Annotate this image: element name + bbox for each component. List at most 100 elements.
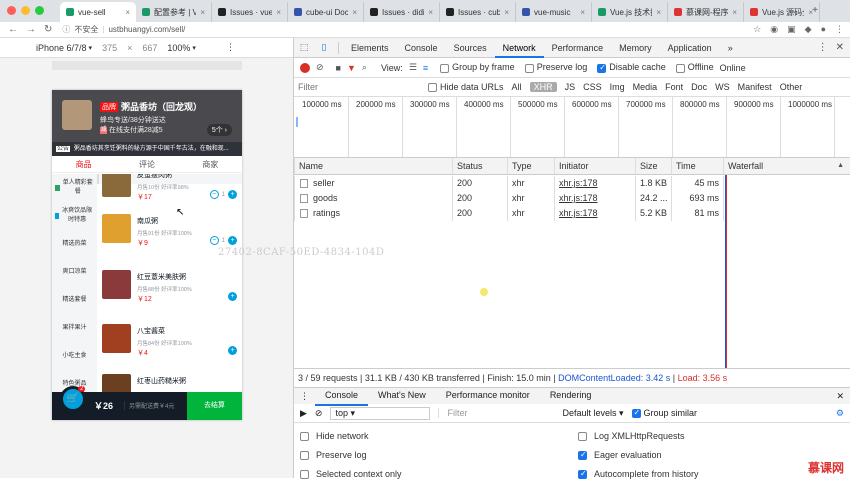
zoom-select[interactable]: 100%: [167, 43, 190, 53]
table-row[interactable]: seller 200 xhr xhr.js:178 1.8 KB 45 ms: [294, 176, 850, 191]
close-drawer-icon[interactable]: ✕: [836, 391, 844, 402]
browser-tab[interactable]: 配置参考 | Vue ×: [136, 2, 212, 22]
menu-item[interactable]: 精选套餐: [52, 286, 97, 314]
drawer-tab[interactable]: Rendering: [540, 387, 602, 406]
new-tab-button[interactable]: +: [812, 5, 818, 16]
close-icon[interactable]: ✕: [836, 42, 844, 53]
resource-type-filter[interactable]: Doc: [691, 82, 707, 92]
checkbox[interactable]: [300, 469, 309, 479]
close-tab-icon[interactable]: ×: [580, 8, 585, 17]
console-filter-input[interactable]: Filter: [438, 408, 548, 418]
promo-count-button[interactable]: 5个 ›: [206, 124, 232, 136]
resource-type-filter[interactable]: Media: [633, 82, 658, 92]
overview-icon[interactable]: ≡: [423, 63, 428, 73]
cell-initiator[interactable]: xhr.js:178: [554, 206, 635, 221]
resource-type-filter[interactable]: All: [512, 82, 522, 92]
food-item[interactable]: 皮蛋瘦肉粥 月售10份 好评率98% ￥17 −1 +: [102, 174, 237, 218]
food-item[interactable]: 八宝酱菜 月售84份 好评率100% ￥4 +: [102, 324, 237, 374]
show-sidebar-icon[interactable]: ▶: [300, 408, 307, 419]
browser-tab[interactable]: 慕课网-程序员×: [668, 2, 744, 22]
seller-header[interactable]: 品牌 粥品香坊（回龙观） 蜂鸟专送/38分钟送达 减 在线支付满28减5 5个 …: [52, 90, 242, 156]
menu-item[interactable]: 冰爽饮品限时特惠: [52, 202, 97, 230]
offline-checkbox[interactable]: Offline: [675, 62, 714, 73]
log-levels-select[interactable]: Default levels ▾: [562, 408, 623, 419]
column-header-time[interactable]: Time: [671, 158, 723, 174]
resource-type-filter[interactable]: Other: [780, 82, 803, 92]
close-window-button[interactable]: [7, 6, 16, 15]
add-button[interactable]: +: [228, 346, 237, 355]
drawer-tab[interactable]: What's New: [368, 387, 436, 406]
filter-input[interactable]: [298, 80, 428, 94]
devtools-tab[interactable]: Sources: [446, 38, 495, 58]
minimize-window-button[interactable]: [21, 6, 30, 15]
close-tab-icon[interactable]: ×: [428, 8, 433, 17]
food-item[interactable]: 红枣山药糙米粥: [102, 374, 237, 392]
resource-type-filter[interactable]: XHR: [529, 82, 557, 92]
clear-console-icon[interactable]: ⊘: [315, 408, 323, 419]
search-icon[interactable]: ⌕: [362, 62, 367, 73]
menu-item[interactable]: 小吃主食: [52, 342, 97, 370]
context-select[interactable]: top ▾: [330, 406, 431, 420]
food-list[interactable]: 热销榜 皮蛋瘦肉粥月售10份 好评率98%￥17−1+南瓜粥月售91份 好评率1…: [97, 174, 242, 392]
forward-icon[interactable]: →: [26, 24, 36, 35]
device-toggle-icon[interactable]: ▯: [314, 42, 334, 53]
console-setting-checkbox[interactable]: Eager evaluation: [578, 450, 662, 460]
decrease-button[interactable]: −: [209, 236, 219, 245]
tab-goods[interactable]: 商品: [52, 156, 115, 172]
tab-seller[interactable]: 商家: [179, 156, 242, 172]
add-button[interactable]: +: [228, 236, 237, 245]
column-header-initiator[interactable]: Initiator: [554, 158, 635, 174]
column-header-waterfall[interactable]: Waterfall: [723, 158, 850, 174]
checkout-button[interactable]: 去结算: [187, 392, 242, 420]
preserve-log-checkbox[interactable]: Preserve log: [524, 62, 587, 73]
browser-tab[interactable]: vue-music ×: [516, 2, 592, 22]
browser-tab[interactable]: Vue.js 源码全×: [744, 2, 820, 22]
console-setting-checkbox[interactable]: Log XMLHttpRequests: [578, 431, 685, 441]
column-header-status[interactable]: Status: [452, 158, 507, 174]
checkbox[interactable]: [578, 431, 587, 441]
record-button[interactable]: [300, 62, 310, 73]
close-tab-icon[interactable]: ×: [200, 8, 205, 17]
menu-item[interactable]: 爽口凉菜: [52, 258, 97, 286]
extension-icon[interactable]: ▣: [787, 24, 796, 35]
filter-icon[interactable]: ▼: [347, 63, 356, 73]
food-item[interactable]: 南瓜粥 月售91份 好评率100% ￥9 −1 +: [102, 214, 237, 264]
column-header-name[interactable]: Name: [294, 158, 452, 174]
tab-ratings[interactable]: 评论: [115, 156, 178, 172]
table-row[interactable]: ratings 200 xhr xhr.js:178 5.2 KB 81 ms: [294, 206, 850, 221]
resource-type-filter[interactable]: JS: [565, 82, 576, 92]
close-tab-icon[interactable]: ×: [732, 8, 737, 17]
food-item[interactable]: 红豆薏米美肤粥 月售88份 好评率100% ￥12 +: [102, 270, 237, 320]
extension-icon[interactable]: ◆: [805, 24, 812, 35]
checkbox[interactable]: [578, 469, 587, 479]
network-overview[interactable]: 100000 ms 200000 ms 300000 ms 400000 ms 5000…: [294, 97, 850, 158]
more-icon[interactable]: ⋮: [818, 42, 828, 53]
decrease-button[interactable]: −: [209, 190, 219, 199]
large-rows-icon[interactable]: ☰: [409, 62, 417, 73]
drawer-menu-icon[interactable]: ⋮: [294, 391, 315, 402]
add-button[interactable]: +: [228, 190, 237, 199]
menu-icon[interactable]: ⋮: [835, 24, 844, 35]
menu-item[interactable]: 精选热菜: [52, 230, 97, 258]
drawer-tab[interactable]: Console: [315, 387, 369, 406]
devtools-tab[interactable]: Memory: [611, 38, 660, 58]
menu-item[interactable]: 果拌果汁: [52, 314, 97, 342]
bookmark-star-icon[interactable]: ☆: [753, 24, 761, 35]
close-tab-icon[interactable]: ×: [125, 8, 130, 17]
browser-tab[interactable]: Vue.js 技术揭秘 ×: [592, 2, 668, 22]
extension-icon[interactable]: ◉: [770, 24, 778, 35]
browser-tab[interactable]: vue-sell ×: [60, 2, 136, 22]
console-setting-checkbox[interactable]: Preserve log: [300, 450, 367, 460]
checkbox[interactable]: [300, 431, 309, 441]
url-field[interactable]: ustbhuangyi.com/sell/: [108, 25, 185, 34]
more-icon[interactable]: ⋮: [226, 42, 235, 53]
clear-icon[interactable]: ⊘: [316, 62, 324, 73]
settings-gear-icon[interactable]: ⚙: [836, 408, 844, 419]
bulletin[interactable]: 公告 粥品香坊其烹饪粥料的秘方源于中国千年古法，在融和现...: [52, 142, 242, 156]
resource-type-filter[interactable]: Manifest: [738, 82, 772, 92]
column-header-type[interactable]: Type: [507, 158, 554, 174]
group-similar-checkbox[interactable]: Group similar: [631, 408, 697, 419]
browser-tab[interactable]: Issues · didi/c ×: [364, 2, 440, 22]
close-tab-icon[interactable]: ×: [504, 8, 509, 17]
devtools-tab[interactable]: Console: [397, 38, 446, 58]
